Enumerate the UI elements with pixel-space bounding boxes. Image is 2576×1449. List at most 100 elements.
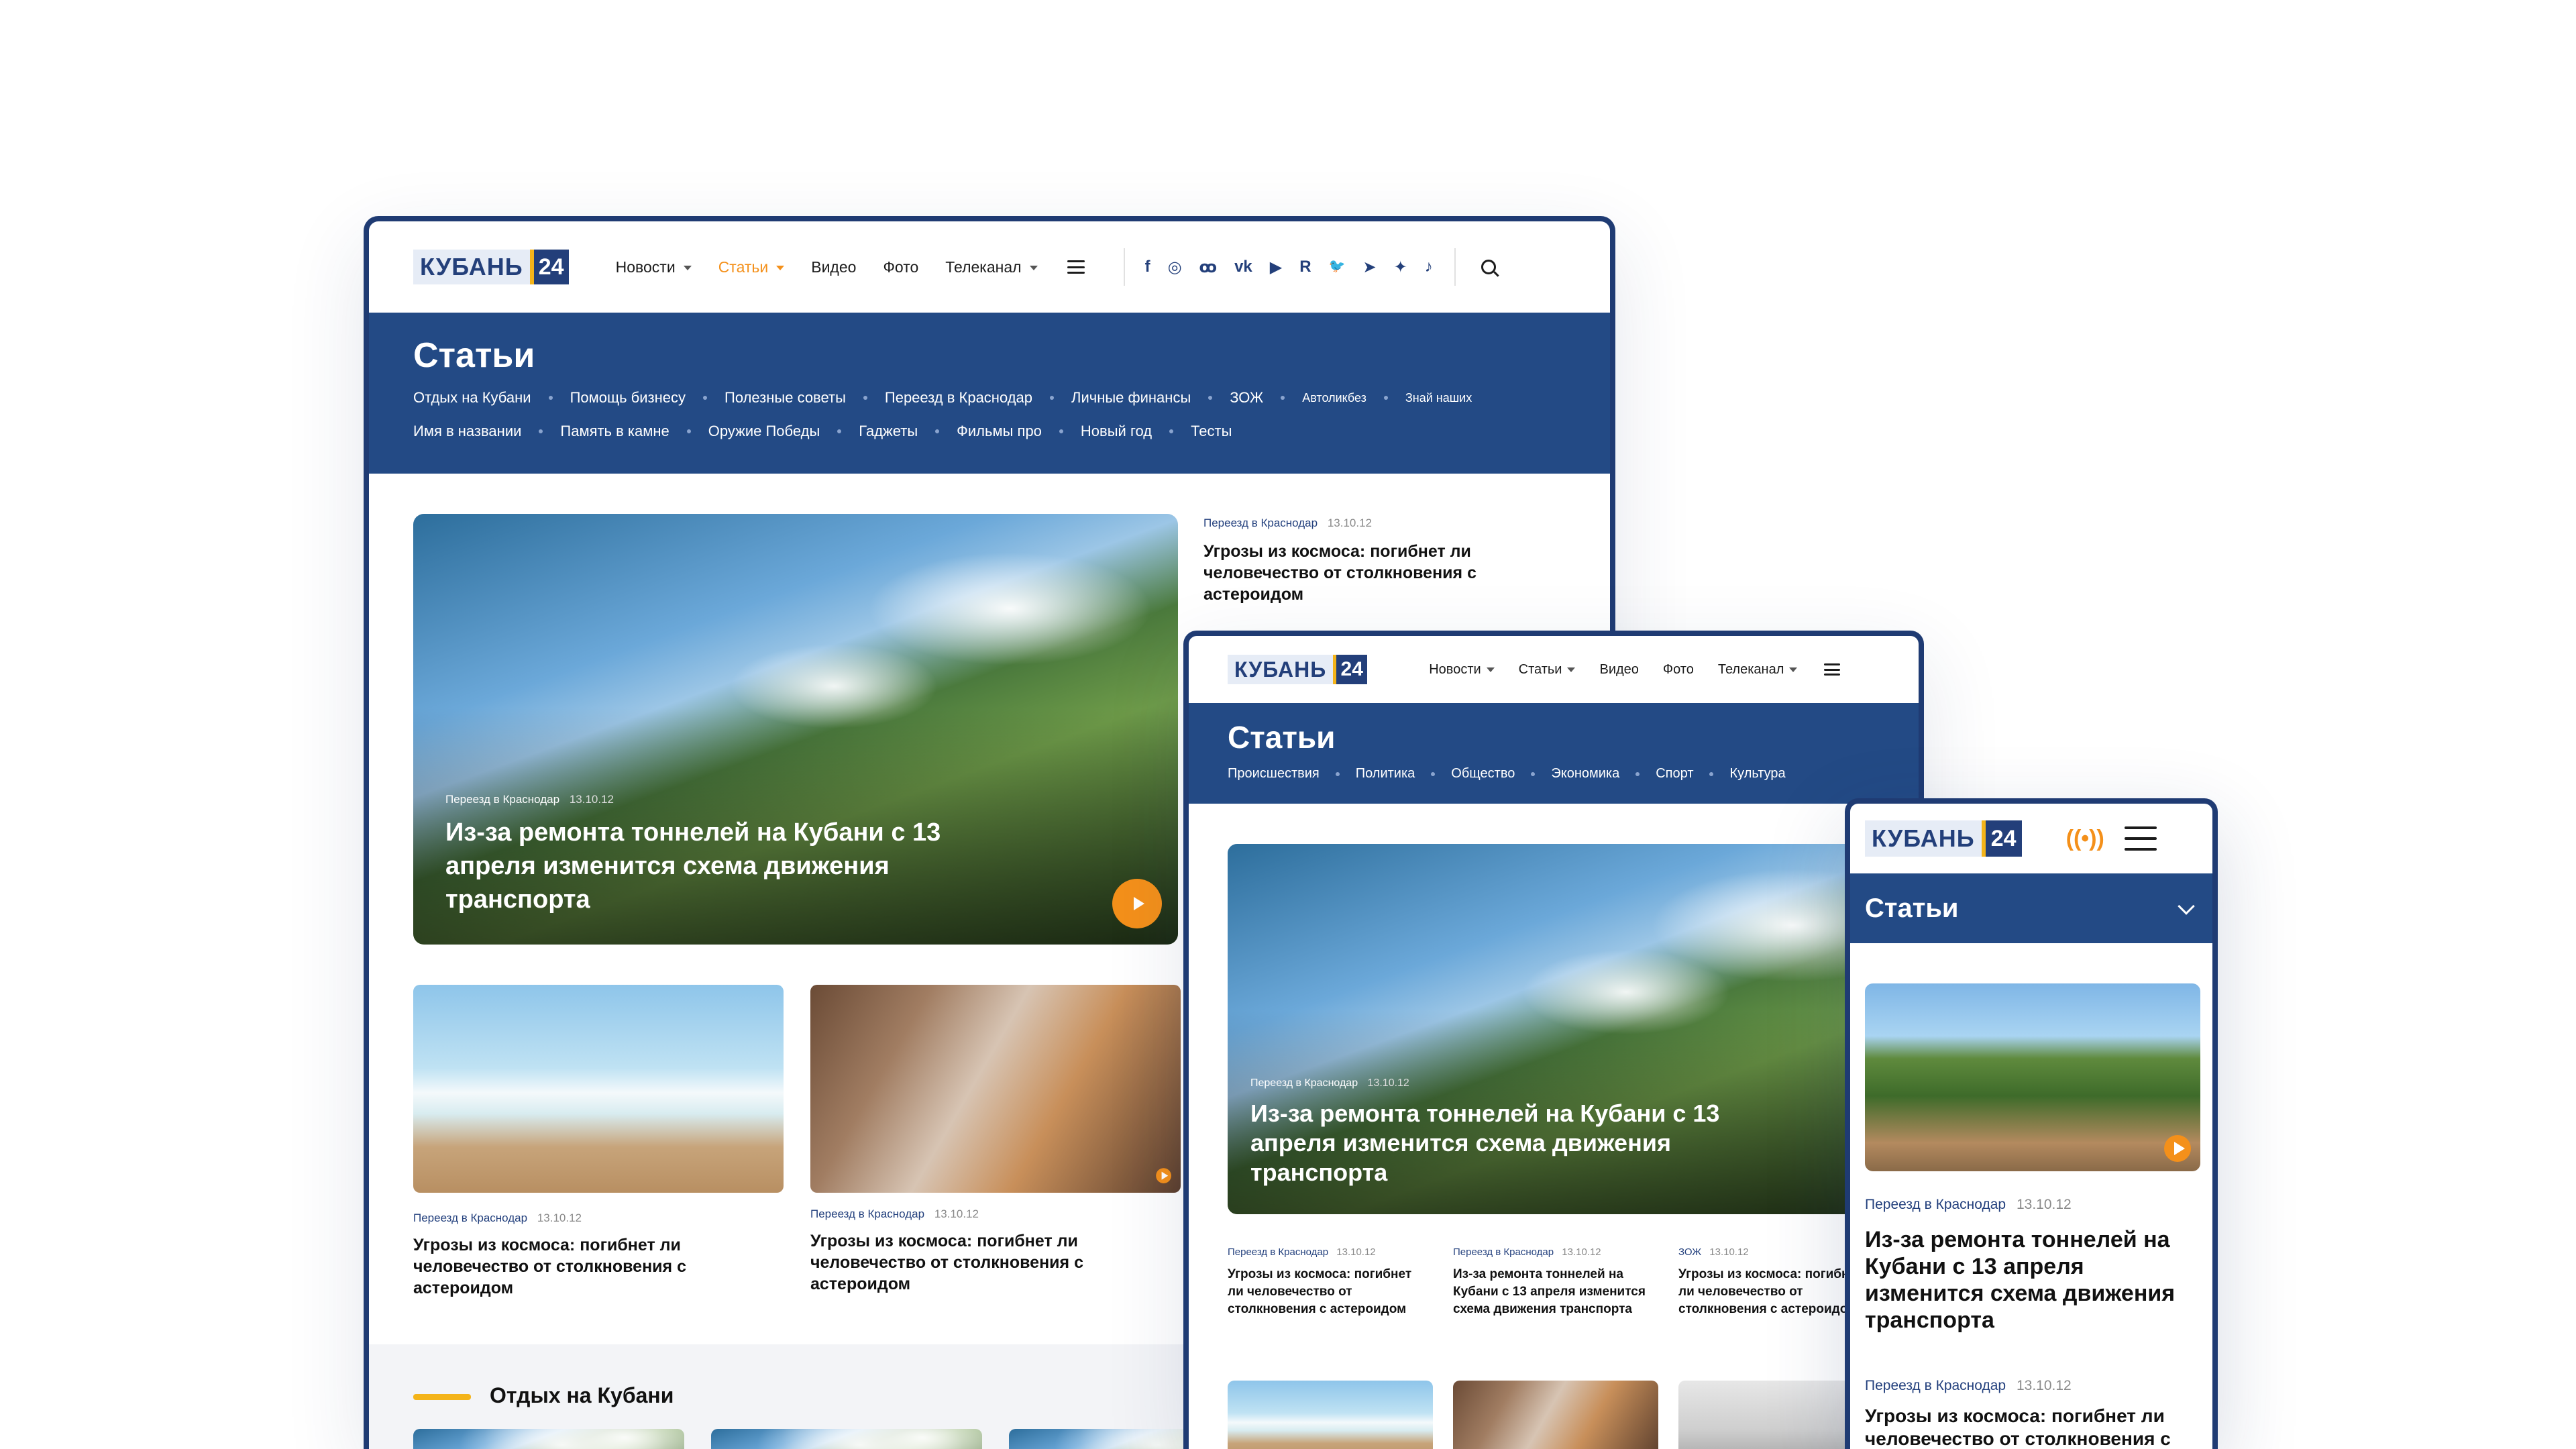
chevron-down-icon [776,265,785,270]
article-card[interactable]: Переезд в Краснодар 13.10.12 Угрозы из к… [810,985,1181,1295]
rubric[interactable]: Переезд в Краснодар [1228,1246,1328,1258]
instagram-icon[interactable]: ◎ [1168,258,1182,277]
article-title[interactable]: Угрозы из космоса: погибнет ли человечес… [810,1230,1181,1295]
category-link[interactable]: Личные финансы [1071,389,1191,407]
hero-title[interactable]: Из-за ремонта тоннелей на Кубани с 13 ап… [1250,1099,1774,1187]
article-image[interactable] [810,985,1181,1193]
facebook-icon[interactable]: f [1145,258,1150,277]
chevron-down-icon[interactable] [2178,898,2195,915]
nav-item-tv[interactable]: Телеканал [945,258,1038,276]
article-meta: Переезд в Краснодар 13.10.12 [413,1212,784,1225]
vk-icon[interactable]: ᴠk [1234,258,1252,277]
article-title[interactable]: Угрозы из космоса: погибнет ли человечес… [1203,541,1539,605]
category-link[interactable]: Оружие Победы [708,423,820,440]
rubric[interactable]: Переезд в Краснодар [413,1212,527,1224]
nav-item-photo[interactable]: Фото [883,258,918,276]
nav-item-photo[interactable]: Фото [1663,662,1694,678]
telegram-icon[interactable]: ➤ [1362,258,1376,277]
category-link[interactable]: Спорт [1656,766,1693,782]
article-title[interactable]: Угрозы из космоса: погибнет ли человечес… [413,1234,784,1299]
nav-item-video[interactable]: Видео [811,258,856,276]
rubric[interactable]: Переезд в Краснодар [445,793,559,806]
article-title[interactable]: Из-за ремонта тоннелей на Кубани с 13 ап… [1453,1266,1658,1318]
hero-article[interactable]: Переезд в Краснодар 13.10.12 Из-за ремон… [1228,844,1919,1214]
category-link[interactable]: ЗОЖ [1230,389,1263,407]
date: 13.10.12 [569,793,614,806]
article-image[interactable] [413,1429,684,1449]
category-link[interactable]: Экономика [1551,766,1619,782]
hero-meta: Переезд в Краснодар 13.10.12 [1250,1077,1409,1089]
hero-article[interactable]: Переезд в Краснодар 13.10.12 Из-за ремон… [413,514,1178,945]
category-link[interactable]: Гаджеты [859,423,918,440]
tiktok-icon[interactable]: ♪ [1425,258,1433,277]
category-link[interactable]: Имя в названии [413,423,521,440]
nav-item-articles[interactable]: Статьи [718,258,785,276]
category-link[interactable]: Новый год [1081,423,1152,440]
category-link[interactable]: Помощь бизнесу [570,389,686,407]
category-link[interactable]: Фильмы про [957,423,1042,440]
article-image[interactable] [711,1429,982,1449]
menu-icon[interactable] [1824,663,1841,676]
logo-text: КУБАНЬ [1228,655,1334,684]
nav-item-video[interactable]: Видео [1599,662,1638,678]
category-link[interactable]: Автоликбез [1302,391,1366,405]
category-link[interactable]: Политика [1356,766,1415,782]
site-logo[interactable]: КУБАНЬ 24 [413,250,569,284]
article-card[interactable]: Переезд в Краснодар 13.10.12 Угрозы из к… [413,985,784,1299]
logo-text: КУБАНЬ [1865,820,1982,857]
rubric[interactable]: Переезд в Краснодар [810,1208,924,1220]
rubric[interactable]: Переезд в Краснодар [1203,517,1318,529]
nav-item-tv[interactable]: Телеканал [1718,662,1798,678]
menu-icon[interactable] [2124,826,2157,851]
article-card[interactable]: Переезд в Краснодар 13.10.12 Из-за ремон… [1453,1246,1658,1318]
rutube-icon[interactable]: R [1299,258,1311,277]
category-link[interactable]: Общество [1451,766,1515,782]
category-link[interactable]: Знай наших [1405,391,1472,405]
category-link[interactable]: Память в камне [560,423,669,440]
hero-title[interactable]: Из-за ремонта тоннелей на Кубани с 13 ап… [445,816,1022,916]
article-card[interactable]: Переезд в Краснодар 13.10.12 Угрозы из к… [1228,1246,1429,1318]
article-image[interactable] [1228,1381,1433,1449]
desktop-header: КУБАНЬ 24 Новости Статьи Видео Фото Теле… [369,221,1610,313]
article-title[interactable]: Угрозы из космоса: погибнет ли человечес… [1228,1266,1429,1318]
category-link[interactable]: Отдых на Кубани [413,389,531,407]
category-link[interactable]: Тесты [1191,423,1232,440]
category-link[interactable]: Полезные советы [724,389,846,407]
nav-item-news[interactable]: Новости [616,258,692,276]
menu-icon[interactable] [1067,260,1085,274]
article-title[interactable]: Из-за ремонта тоннелей на Кубани с 13 ап… [1865,1226,2200,1334]
category-link[interactable]: Переезд в Краснодар [885,389,1032,407]
nav-item-articles[interactable]: Статьи [1519,662,1576,678]
article-title[interactable]: Угрозы из космоса: погибнет ли человечес… [1865,1405,2200,1449]
zen-icon[interactable]: ✦ [1394,258,1407,277]
site-logo[interactable]: КУБАНЬ 24 [1228,655,1368,684]
rubric[interactable]: Переезд в Краснодар [1250,1077,1358,1089]
rubric[interactable]: ЗОЖ [1678,1246,1701,1258]
rubric[interactable]: Переезд в Краснодар [1865,1378,2006,1393]
search-icon[interactable] [1481,260,1499,277]
rubric[interactable]: Переезд в Краснодар [1865,1197,2006,1212]
twitter-icon[interactable]: 🐦 [1329,258,1346,277]
articles-band[interactable]: Статьи [1850,873,2212,943]
side-article[interactable]: Переезд в Краснодар 13.10.12 Угрозы из к… [1203,517,1539,605]
play-icon[interactable] [1112,879,1162,928]
youtube-icon[interactable]: ▶ [1270,258,1282,277]
page-title: Статьи [1865,893,1959,923]
nav-item-news[interactable]: Новости [1429,661,1495,678]
main-nav: Новости Статьи Видео Фото Телеканал [1429,661,1798,678]
rubric[interactable]: Переезд в Краснодар [1453,1246,1554,1258]
nav-label: Статьи [1518,661,1562,677]
category-link[interactable]: Происшествия [1228,766,1320,782]
category-link[interactable]: Культура [1729,766,1785,782]
article-image[interactable] [1453,1381,1658,1449]
play-icon[interactable] [1156,1168,1171,1183]
live-broadcast-icon[interactable]: ((•)) [2066,826,2104,852]
article-image[interactable] [1865,983,2200,1171]
site-logo[interactable]: КУБАНЬ 24 [1865,820,2022,857]
article-image[interactable] [413,985,784,1193]
article-meta: Переезд в Краснодар 13.10.12 [1453,1246,1658,1258]
odnoklassniki-icon[interactable]: ꝏ [1199,258,1218,277]
play-icon[interactable] [2164,1135,2191,1162]
nav-label: Новости [1429,661,1481,677]
logo-number: 24 [533,250,569,284]
